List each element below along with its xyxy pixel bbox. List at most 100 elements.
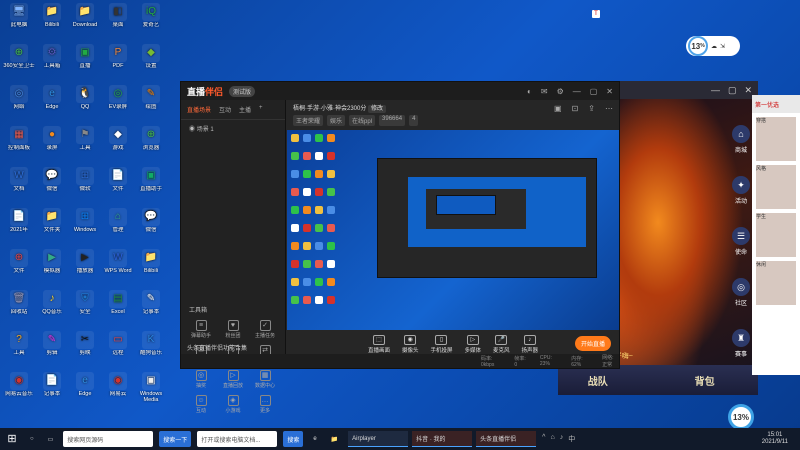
game-tab[interactable]: 战队 (588, 373, 608, 388)
search-icon[interactable]: ○ (26, 431, 38, 447)
desktop-shortcut[interactable]: W WPS Word (101, 249, 135, 280)
desktop-shortcut[interactable]: e Edge (35, 85, 69, 116)
expand-icon[interactable]: ⇲ (720, 43, 725, 50)
taskbar-app[interactable]: Airplayer (348, 431, 409, 447)
usage-meter[interactable]: 13% (728, 404, 754, 430)
avatar-icon[interactable]: ◐ (527, 87, 532, 96)
close-icon[interactable]: ✕ (744, 85, 752, 96)
desktop-shortcut[interactable]: ✂ 剪映 (68, 331, 102, 362)
share-icon[interactable]: ⇪ (588, 104, 595, 113)
product-thumb[interactable]: 休闲 (756, 261, 796, 305)
desktop-shortcut[interactable]: ● 录屏 (35, 126, 69, 157)
desktop-shortcut[interactable]: 📁 Bilibili (134, 249, 168, 280)
edit-button[interactable]: 修改 (368, 105, 387, 113)
desktop-shortcut[interactable]: 📁 文件夹 (35, 208, 69, 239)
desktop-shortcut[interactable]: ? 工具 (2, 331, 36, 362)
desktop-shortcut[interactable]: ▦ 控制面板 (2, 126, 36, 157)
desktop-shortcut[interactable]: 📄 文件 (101, 167, 135, 198)
desktop-shortcut[interactable]: P PDF (101, 44, 135, 75)
game-side-item[interactable]: ♜ 赛事 (732, 329, 750, 358)
desktop-shortcut[interactable]: ◎ 网络 (2, 85, 36, 116)
product-thumb[interactable]: 穿搭 (756, 117, 796, 161)
product-thumb[interactable]: 学生 (756, 213, 796, 257)
desktop-shortcut[interactable]: ✎ 绘图 (134, 85, 168, 116)
live-preview[interactable] (287, 130, 619, 330)
desktop-shortcut[interactable]: ◆ 游戏 (101, 126, 135, 157)
live-companion-window[interactable]: 直播伴侣 测试版 ◐ ✉ ⚙ — ▢ ✕ 直播场景 互动 主播 + ◉ 场景 1 工具… (180, 81, 620, 414)
tool-item[interactable]: … 更多 (249, 395, 281, 414)
desktop-shortcut[interactable]: ⊞ 微软 (68, 167, 102, 198)
minimize-icon[interactable]: — (573, 87, 581, 96)
game-tab[interactable]: 背包 (695, 373, 715, 388)
source-button[interactable]: 🎤 麦克风 (493, 334, 510, 354)
desktop-shortcut[interactable]: ▭ 远程 (101, 331, 135, 362)
desktop-shortcut[interactable]: 💬 微信 (134, 208, 168, 239)
clock[interactable]: 15:01 2021/9/11 (762, 432, 800, 446)
close-icon[interactable]: ✕ (606, 87, 613, 96)
desktop-shortcut[interactable]: ◆ 设置 (134, 44, 168, 75)
desktop-shortcut[interactable]: 📄 记事本 (35, 372, 69, 403)
desktop-shortcut[interactable]: iQ 爱奇艺 (134, 3, 168, 34)
product-thumb[interactable]: 风格 (756, 165, 796, 209)
minimize-icon[interactable]: — (711, 85, 720, 95)
maximize-icon[interactable]: ▢ (728, 85, 737, 96)
desktop-shortcut[interactable]: 📁 Bilibili (35, 3, 69, 34)
network-icon[interactable]: ⌂ (550, 434, 554, 444)
desktop-shortcut[interactable]: 🐧 QQ (68, 85, 102, 116)
desktop-shortcut[interactable]: ▣ 直播助手 (134, 167, 168, 198)
doc-search-input[interactable]: 打开或搜索电脑文档... (197, 431, 278, 447)
taskbar-search[interactable]: 搜索网页源码 (63, 431, 154, 447)
tool-item[interactable]: ◎ 抽奖 (185, 370, 217, 389)
edge-icon[interactable]: e (309, 431, 320, 447)
desktop-shortcut[interactable]: 🖥 此电脑 (2, 3, 36, 34)
desktop-shortcut[interactable]: ✎ 记事本 (134, 290, 168, 321)
desktop-shortcut[interactable]: ▶ 播放器 (68, 249, 102, 280)
tab-3[interactable]: + (259, 105, 263, 114)
eye-icon[interactable]: ◉ (189, 127, 195, 133)
game-side-item[interactable]: ☰ 使命 (732, 227, 750, 256)
maximize-icon[interactable]: ▢ (590, 87, 598, 96)
tool-item[interactable]: ▦ 数据中心 (249, 370, 281, 389)
tool-item[interactable]: ◈ 小游戏 (217, 395, 249, 414)
cart-icon[interactable]: ⊡ (572, 104, 579, 113)
desktop-shortcut[interactable]: ⛨ 安全 (68, 290, 102, 321)
desktop-shortcut[interactable]: ⊕ 浏览器 (134, 126, 168, 157)
weather-widget[interactable]: 13% ☁ ⇲ (686, 36, 740, 56)
browser-window[interactable]: 第一优选 穿搭 风格 学生 休闲 (752, 95, 800, 375)
source-button[interactable]: ◉ 摄像头 (402, 334, 418, 354)
source-button[interactable]: ▷ 多媒体 (465, 334, 481, 354)
bag-icon[interactable]: ▣ (554, 104, 562, 113)
desktop-shortcut[interactable]: ⊕ 文件 (2, 249, 36, 280)
tshirt-icon[interactable]: T (592, 10, 600, 18)
desktop-shortcut[interactable]: ▣ 直播 (68, 44, 102, 75)
desktop-shortcut[interactable]: ▶ 模拟器 (35, 249, 69, 280)
start-button[interactable]: ⊞ (4, 431, 20, 447)
desktop-shortcut[interactable]: ◎ EV录屏 (101, 85, 135, 116)
tool-item[interactable]: ✓ 主播任务 (249, 320, 281, 339)
folder-icon[interactable]: 📁 (327, 431, 342, 447)
search-web-button[interactable]: 搜索一下 (159, 431, 192, 447)
desktop-shortcut[interactable]: ⊞ Windows (68, 208, 102, 239)
more-icon[interactable]: ⋯ (605, 104, 613, 113)
task-view-icon[interactable]: ▭ (44, 431, 58, 447)
desktop-shortcut[interactable]: 🗑 回收站 (2, 290, 36, 321)
doc-search-button[interactable]: 搜索 (283, 431, 304, 447)
tab-1[interactable]: 互动 (219, 105, 231, 114)
desktop-shortcut[interactable]: ▤ Excel (101, 290, 135, 321)
tool-item[interactable]: ≡ 弹幕助手 (185, 320, 217, 339)
desktop-shortcut[interactable]: ✎ 剪辑 (35, 331, 69, 362)
desktop-shortcut[interactable]: W 文档 (2, 167, 36, 198)
desktop-shortcut[interactable]: e Edge (68, 372, 102, 403)
game-side-item[interactable]: ✦ 活动 (732, 176, 750, 205)
desktop-shortcut[interactable]: ⌂ 管理 (101, 208, 135, 239)
desktop-shortcut[interactable]: ⚙ 工具箱 (35, 44, 69, 75)
desktop-shortcut[interactable]: ◉ 网易云音乐 (2, 372, 36, 403)
desktop-shortcut[interactable]: ▣ Windows Media (134, 372, 168, 403)
start-live-button[interactable]: 开始直播 (574, 336, 611, 351)
tool-item[interactable]: ☺ 互动 (185, 395, 217, 414)
tool-item[interactable]: ▷ 直播回放 (217, 370, 249, 389)
tab-0[interactable]: 直播场景 (187, 105, 211, 114)
source-button[interactable]: ⬚ 直播画面 (368, 334, 390, 354)
source-button[interactable]: ♪ 扬声器 (522, 334, 538, 354)
source-button[interactable]: ▯ 手机投屏 (430, 334, 453, 354)
